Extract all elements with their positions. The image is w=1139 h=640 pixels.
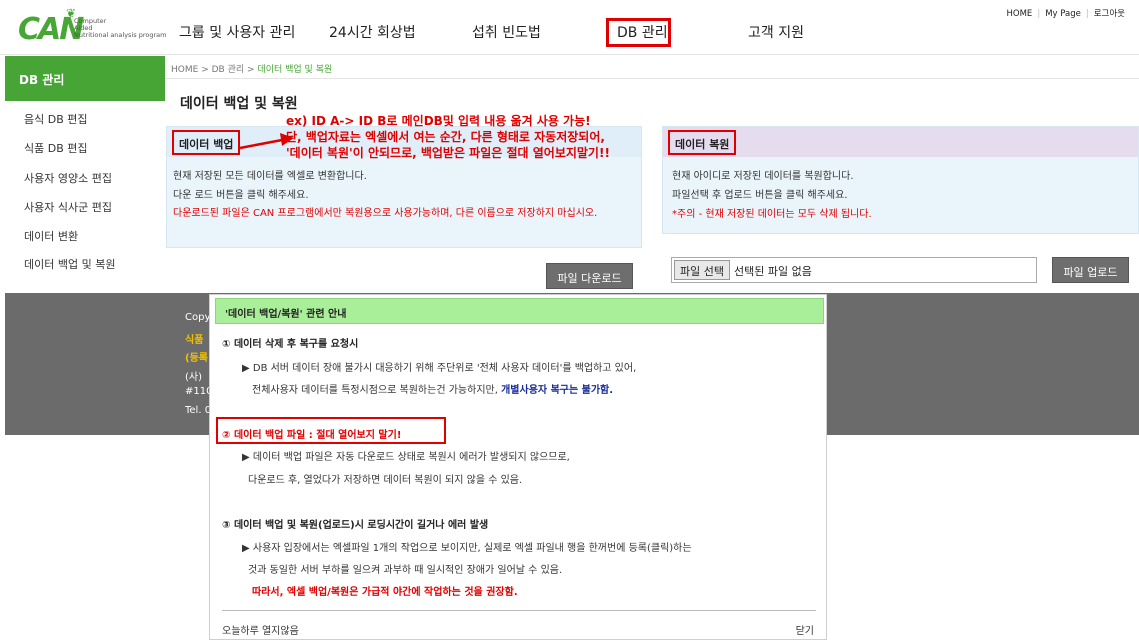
home-link[interactable]: HOME bbox=[1007, 9, 1033, 19]
sidebar-item-ingredient-db[interactable]: 식품 DB 편집 bbox=[24, 140, 88, 156]
util-separator: | bbox=[1037, 9, 1041, 19]
restore-warning: *주의 - 현재 저장된 데이터는 모두 삭제 됩니다. bbox=[672, 209, 872, 220]
file-status: 선택된 파일 없음 bbox=[734, 265, 812, 278]
popup-section-3-line-2: 것과 동일한 서버 부하를 일으켜 과부하 때 일시적인 장애가 일어날 수 있… bbox=[248, 565, 563, 576]
dont-show-today-link[interactable]: 오늘하루 열지않음 bbox=[222, 622, 299, 637]
utility-links: HOME | My Page | 로그아웃 bbox=[1007, 7, 1125, 19]
util-separator: | bbox=[1085, 9, 1089, 19]
sidebar-title: DB 관리 bbox=[5, 56, 165, 101]
footer-line-3: (등록 bbox=[185, 353, 208, 364]
mypage-link[interactable]: My Page bbox=[1045, 9, 1081, 19]
popup-section-1-line-1: ▶ DB 서버 데이터 장애 불가시 대응하기 위해 주단위로 '전체 사용자 … bbox=[242, 363, 637, 374]
backup-label: 데이터 백업 bbox=[172, 130, 241, 155]
nav-customer-support[interactable]: 고객 지원 bbox=[748, 22, 804, 42]
annotation-line-1: ex) ID A-> ID B로 메인DB및 입력 내용 옮겨 사용 가능! bbox=[286, 114, 591, 128]
sidebar-item-data-convert[interactable]: 데이터 변환 bbox=[24, 228, 78, 244]
backup-warning: 다운로드된 파일은 CAN 프로그램에서만 복원용으로 사용가능하며, 다른 이… bbox=[173, 208, 598, 219]
popup-section-2-line-2: 다운로드 후, 열었다가 저장하면 데이터 복원이 되지 않을 수 있음. bbox=[248, 475, 523, 486]
content-divider bbox=[165, 78, 1139, 79]
nav-24h-recall[interactable]: 24시간 회상법 bbox=[329, 22, 416, 42]
popup-footer-divider bbox=[222, 610, 816, 611]
nav-highlight-box bbox=[606, 18, 671, 47]
backup-text-2: 다운 로드 버튼을 클릭 해주세요. bbox=[173, 190, 309, 201]
footer-line-5: #110 bbox=[185, 386, 209, 397]
popup-section-1-emphasis: 개별사용자 복구는 불가함. bbox=[501, 385, 614, 396]
restore-panel: 데이터 복원 현재 아이디로 저장된 데이터를 복원합니다. 파일선택 후 업로… bbox=[662, 126, 1139, 234]
popup-close-link[interactable]: 닫기 bbox=[796, 622, 814, 637]
footer-line-2: 식품 bbox=[185, 335, 204, 346]
popup-section-3-recommendation: 따라서, 엑셀 백업/복원은 가급적 야간에 작업하는 것을 권장함. bbox=[252, 587, 518, 598]
popup-section-1-line-2-text: 전체사용자 데이터를 특정시점으로 복원하는건 가능하지만, bbox=[252, 385, 498, 396]
breadcrumb-home[interactable]: HOME bbox=[171, 65, 198, 75]
annotation-line-2: 단, 백업자료는 엑셀에서 여는 순간, 다른 형태로 자동저장되어, bbox=[286, 130, 605, 144]
footer-line-6: Tel. 0 bbox=[185, 405, 209, 416]
breadcrumb-current: 데이터 백업 및 복원 bbox=[257, 65, 333, 75]
footer-line-4: (사) bbox=[185, 372, 203, 383]
site-header: CAN ❦ Computer Aided Nutritional analysi… bbox=[0, 0, 1139, 55]
breadcrumb-separator: > bbox=[201, 65, 209, 75]
restore-text-1: 현재 아이디로 저장된 데이터를 복원합니다. bbox=[672, 171, 854, 182]
annotation-line-3: '데이터 복원'이 안되므로, 백업받은 파일은 절대 열어보지말기!! bbox=[286, 146, 610, 160]
restore-label: 데이터 복원 bbox=[668, 130, 737, 155]
nav-group-user-management[interactable]: 그룹 및 사용자 관리 bbox=[179, 22, 295, 42]
restore-panel-header: 데이터 복원 bbox=[663, 127, 1138, 157]
popup-section-2-line-1: ▶ 데이터 백업 파일은 자동 다운로드 상태로 복원시 에러가 발생되지 않으… bbox=[242, 452, 570, 463]
file-input[interactable]: 파일 선택 선택된 파일 없음 bbox=[671, 257, 1037, 283]
breadcrumb-separator: > bbox=[247, 65, 255, 75]
backup-text-1: 현재 저장된 모든 데이터를 엑셀로 변환합니다. bbox=[173, 171, 367, 182]
popup-title: '데이터 백업/복원' 관련 안내 bbox=[215, 298, 824, 324]
popup-section-1-line-2: 전체사용자 데이터를 특정시점으로 복원하는건 가능하지만, 개별사용자 복구는… bbox=[252, 381, 613, 396]
popup-section-3-title: ③ 데이터 백업 및 복원(업로드)시 로딩시간이 길거나 에러 발생 bbox=[222, 520, 489, 531]
notice-popup: '데이터 백업/복원' 관련 안내 ① 데이터 삭제 후 복구를 요청시 ▶ D… bbox=[209, 294, 827, 640]
footer-line-1: Copy bbox=[185, 312, 209, 323]
file-upload-button[interactable]: 파일 업로드 bbox=[1052, 257, 1129, 283]
restore-text-2: 파일선택 후 업로드 버튼을 클릭 해주세요. bbox=[672, 190, 848, 201]
nav-intake-frequency[interactable]: 섭취 빈도법 bbox=[472, 22, 541, 42]
popup-section-3-line-1: ▶ 사용자 입장에서는 엑셀파일 1개의 작업으로 보이지만, 실제로 엑셀 파… bbox=[242, 543, 692, 554]
breadcrumb: HOME > DB 관리 > 데이터 백업 및 복원 bbox=[171, 62, 332, 75]
file-select-button[interactable]: 파일 선택 bbox=[674, 260, 730, 280]
main-navigation: 그룹 및 사용자 관리 24시간 회상법 섭취 빈도법 DB 관리 고객 지원 bbox=[0, 22, 900, 42]
sidebar-item-food-db[interactable]: 음식 DB 편집 bbox=[24, 111, 88, 127]
file-download-button[interactable]: 파일 다운로드 bbox=[546, 263, 633, 289]
breadcrumb-db[interactable]: DB 관리 bbox=[212, 65, 245, 75]
popup-section-2-title: ② 데이터 백업 파일 : 절대 열어보지 말기! bbox=[222, 430, 402, 441]
sidebar-item-backup-restore[interactable]: 데이터 백업 및 복원 bbox=[24, 256, 115, 272]
sidebar-item-user-nutrient[interactable]: 사용자 영양소 편집 bbox=[24, 170, 112, 186]
sidebar-item-user-food-group[interactable]: 사용자 식사군 편집 bbox=[24, 199, 112, 215]
annotation-note: ex) ID A-> ID B로 메인DB및 입력 내용 옮겨 사용 가능! 단… bbox=[286, 113, 610, 161]
page-title: 데이터 백업 및 복원 bbox=[180, 96, 298, 112]
logout-link[interactable]: 로그아웃 bbox=[1094, 9, 1125, 19]
popup-section-1-title: ① 데이터 삭제 후 복구를 요청시 bbox=[222, 339, 359, 350]
